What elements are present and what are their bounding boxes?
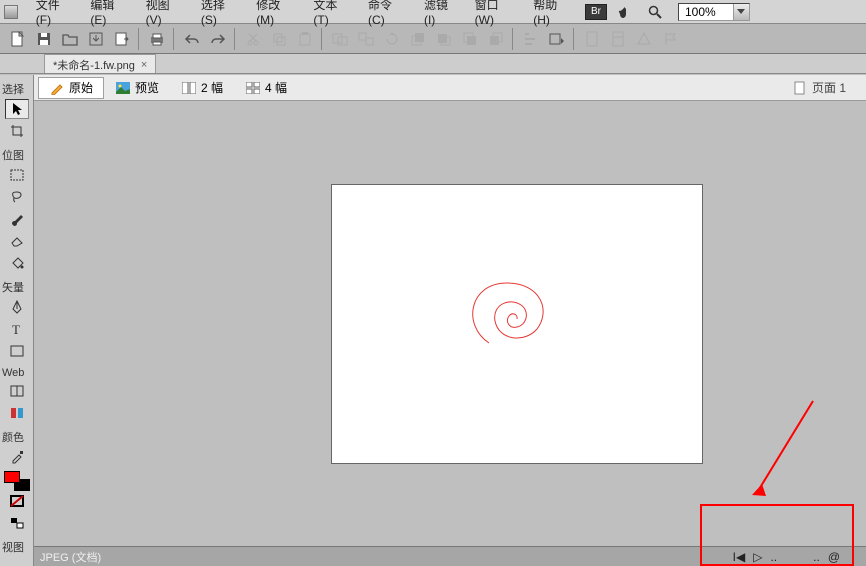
cut-button — [241, 27, 265, 51]
tool-group-view-label: 视图 — [0, 539, 33, 555]
page-b-button — [606, 27, 630, 51]
menu-modify[interactable]: 修改(M) — [248, 0, 305, 27]
new-file-button[interactable] — [6, 27, 30, 51]
bridge-button[interactable]: Br — [585, 4, 607, 20]
status-format: JPEG (文档) — [40, 549, 101, 565]
pointer-tool[interactable] — [5, 99, 29, 119]
save-button[interactable] — [32, 27, 56, 51]
rotate-button — [380, 27, 404, 51]
color-swatches[interactable] — [4, 471, 30, 491]
image-icon — [115, 81, 131, 95]
swap-colors[interactable] — [5, 513, 29, 533]
lasso-tool[interactable] — [5, 187, 29, 207]
pen-tool[interactable] — [5, 297, 29, 317]
tool-group-vector-label: 矢量 — [0, 279, 33, 295]
shape-tool[interactable] — [5, 341, 29, 361]
open-button[interactable] — [58, 27, 82, 51]
document-tab[interactable]: *未命名-1.fw.png × — [44, 54, 156, 73]
bucket-tool[interactable] — [5, 253, 29, 273]
four-up-icon — [245, 81, 261, 95]
ungroup-button — [354, 27, 378, 51]
stroke-color[interactable] — [5, 491, 29, 511]
view-4up-label: 4 幅 — [265, 79, 287, 96]
zoom-combo[interactable] — [678, 3, 750, 21]
menu-edit[interactable]: 编辑(E) — [82, 0, 137, 27]
view-2up-label: 2 幅 — [201, 79, 223, 96]
page-indicator[interactable]: 页面 1 — [792, 79, 866, 96]
print-button[interactable] — [145, 27, 169, 51]
slice-tool[interactable] — [5, 381, 29, 401]
view-4up[interactable]: 4 幅 — [234, 77, 298, 99]
menu-view[interactable]: 视图(V) — [138, 0, 193, 27]
align-button — [519, 27, 543, 51]
zoom-dropdown-icon[interactable] — [733, 4, 749, 20]
paste-button — [293, 27, 317, 51]
hand-tool-icon[interactable] — [615, 3, 637, 21]
zoom-input[interactable] — [679, 5, 733, 19]
view-original-label: 原始 — [69, 79, 93, 96]
menu-window[interactable]: 窗口(W) — [467, 0, 526, 27]
tool-group-bitmap-label: 位图 — [0, 147, 33, 163]
tool-group-web-label: Web — [0, 367, 33, 379]
view-preview[interactable]: 预览 — [104, 77, 170, 99]
menu-command[interactable]: 命令(C) — [360, 0, 416, 27]
foreground-color[interactable] — [4, 471, 20, 483]
eyedropper-tool[interactable] — [5, 447, 29, 467]
warn-button — [632, 27, 656, 51]
brush-tool[interactable] — [5, 209, 29, 229]
hide-slice-tool[interactable] — [5, 403, 29, 423]
export-button[interactable] — [110, 27, 134, 51]
canvas[interactable] — [331, 184, 703, 464]
tool-group-select-label: 选择 — [0, 81, 33, 97]
redo-button[interactable] — [206, 27, 230, 51]
page-a-button — [580, 27, 604, 51]
two-up-icon — [181, 81, 197, 95]
view-2up[interactable]: 2 幅 — [170, 77, 234, 99]
align-dropdown[interactable] — [545, 27, 569, 51]
document-tab-close[interactable]: × — [141, 59, 147, 71]
app-icon — [4, 5, 18, 19]
menu-help[interactable]: 帮助(H) — [525, 0, 581, 27]
zoom-tool-icon[interactable] — [644, 3, 666, 21]
menu-file[interactable]: 文件(F) — [28, 0, 83, 27]
send-backward-button — [484, 27, 508, 51]
menu-filter[interactable]: 滤镜(I) — [416, 0, 467, 27]
eraser-tool[interactable] — [5, 231, 29, 251]
undo-button[interactable] — [180, 27, 204, 51]
pencil-icon — [49, 81, 65, 95]
page-icon — [792, 81, 808, 95]
marquee-tool[interactable] — [5, 165, 29, 185]
text-tool[interactable]: T — [5, 319, 29, 339]
copy-button — [267, 27, 291, 51]
view-original[interactable]: 原始 — [38, 77, 104, 99]
annotation-box — [700, 504, 854, 566]
crop-tool[interactable] — [5, 121, 29, 141]
group-button — [328, 27, 352, 51]
import-button[interactable] — [84, 27, 108, 51]
tool-group-color-label: 颜色 — [0, 429, 33, 445]
spiral-shape — [467, 275, 567, 355]
document-tab-title: *未命名-1.fw.png — [53, 57, 135, 73]
annotation-arrow — [748, 396, 818, 496]
menu-text[interactable]: 文本(T) — [305, 0, 360, 27]
bring-front-button — [406, 27, 430, 51]
menu-select[interactable]: 选择(S) — [193, 0, 248, 27]
page-indicator-label: 页面 1 — [812, 79, 846, 96]
flag-button — [658, 27, 682, 51]
send-back-button — [458, 27, 482, 51]
view-preview-label: 预览 — [135, 79, 159, 96]
bring-forward-button — [432, 27, 456, 51]
svg-text:T: T — [12, 323, 20, 335]
